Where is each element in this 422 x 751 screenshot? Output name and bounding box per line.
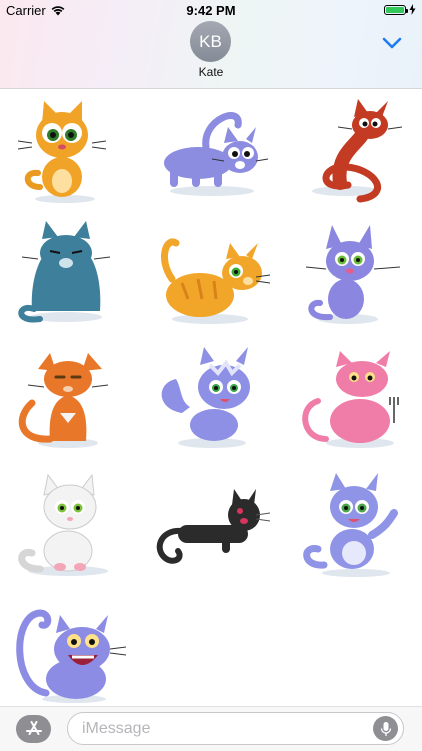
sticker-black-cat[interactable] (152, 469, 272, 579)
imessage-field[interactable] (67, 712, 404, 745)
chevron-down-icon[interactable] (382, 36, 402, 50)
sticker-blue-kitten-waving[interactable] (296, 469, 416, 579)
sticker-grid (0, 89, 422, 706)
app-store-button[interactable] (16, 715, 51, 743)
sticker-teal-grumpy-cat[interactable] (10, 219, 130, 329)
microphone-button[interactable] (373, 716, 398, 741)
battery-level (386, 6, 404, 13)
imessage-input[interactable] (82, 713, 362, 744)
cat-sticker-icon (18, 473, 108, 576)
charging-bolt-icon (409, 4, 416, 15)
avatar-initials: KB (199, 31, 222, 51)
sticker-blue-cat-walking[interactable] (152, 95, 272, 205)
cat-sticker-icon (18, 221, 111, 323)
battery-icon (384, 4, 408, 15)
sticker-white-kitten[interactable] (10, 469, 130, 579)
cat-sticker-icon (161, 347, 250, 448)
cat-sticker-icon (18, 353, 109, 448)
status-time: 9:42 PM (186, 3, 236, 18)
sticker-orange-striped-cat[interactable] (152, 219, 272, 329)
cat-sticker-icon (312, 99, 403, 203)
status-right (384, 4, 416, 15)
sticker-pink-cat-fork[interactable] (296, 343, 416, 453)
sticker-blue-cat-laughing[interactable] (10, 597, 130, 707)
sticker-orange-cat-sitting[interactable] (10, 343, 130, 453)
message-input-bar (0, 706, 422, 751)
microphone-icon (380, 721, 391, 736)
cat-sticker-icon (305, 225, 401, 324)
app-store-icon (25, 721, 42, 735)
sticker-orange-kitten[interactable] (10, 95, 130, 205)
status-bar: Carrier 9:42 PM (0, 0, 422, 20)
contact-name[interactable]: Kate (0, 65, 422, 79)
conversation-header: Carrier 9:42 PM KB Kate (0, 0, 422, 89)
cat-sticker-icon (17, 101, 107, 203)
sticker-blue-cat-whiskers[interactable] (296, 219, 416, 329)
contact-avatar[interactable]: KB (190, 21, 231, 62)
cat-sticker-icon (302, 351, 399, 448)
cat-sticker-icon (164, 112, 269, 196)
sticker-blue-fluffy-kitten[interactable] (152, 343, 272, 453)
cat-sticker-icon (156, 489, 271, 564)
sticker-red-cat[interactable] (296, 95, 416, 205)
cat-sticker-icon (303, 473, 398, 577)
cat-sticker-icon (160, 238, 271, 324)
cat-sticker-icon (16, 609, 127, 703)
